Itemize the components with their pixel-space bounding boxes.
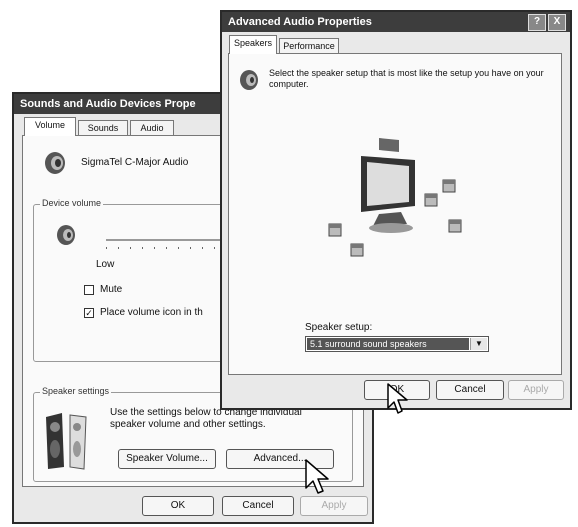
tab-sounds[interactable]: Sounds [78,120,128,136]
speaker-volume-button[interactable]: Speaker Volume... [118,449,216,469]
advanced-audio-properties-window: Advanced Audio Properties ? X Speakers P… [220,10,572,410]
tab-volume[interactable]: Volume [24,117,76,136]
apply-button[interactable]: Apply [508,380,564,400]
mouse-cursor-icon [387,383,408,414]
speakers-panel: Select the speaker setup that is most li… [228,53,562,375]
tab-performance[interactable]: Performance [279,38,339,54]
mute-label: Mute [100,284,123,295]
slider-low-label: Low [96,259,115,270]
speaker-layout-illustration [328,138,462,257]
window-title: Advanced Audio Properties [222,12,570,32]
chevron-down-icon[interactable]: ▼ [470,338,487,350]
speaker-setup-dropdown[interactable]: 5.1 surround sound speakers ▼ [305,336,489,352]
speaker-icon [240,70,258,90]
ok-button[interactable]: OK [142,496,214,516]
speaker-icon [45,152,65,174]
tab-audio[interactable]: Audio [130,120,174,136]
tab-speakers[interactable]: Speakers [229,35,277,54]
speaker-settings-label: Speaker settings [40,386,112,396]
close-button[interactable]: X [548,14,566,31]
speaker-settings-text: Use the settings below to change individ… [110,407,302,430]
mouse-cursor-icon [305,459,329,494]
cancel-button[interactable]: Cancel [436,380,504,400]
setup-description: Select the speaker setup that is most li… [269,68,544,89]
device-name: SigmaTel C-Major Audio [81,157,189,168]
cancel-button[interactable]: Cancel [222,496,294,516]
speaker-icon [57,225,75,245]
device-volume-label: Device volume [40,198,104,208]
speaker-setup-value: 5.1 surround sound speakers [307,338,469,350]
speaker-setup-label: Speaker setup: [305,322,373,333]
place-volume-icon-checkbox[interactable]: ✓ [84,308,94,318]
apply-button[interactable]: Apply [300,496,368,516]
help-button[interactable]: ? [528,14,546,31]
speakers-icon [46,413,87,470]
place-volume-icon-label: Place volume icon in th [100,307,203,318]
mute-checkbox[interactable] [84,285,94,295]
